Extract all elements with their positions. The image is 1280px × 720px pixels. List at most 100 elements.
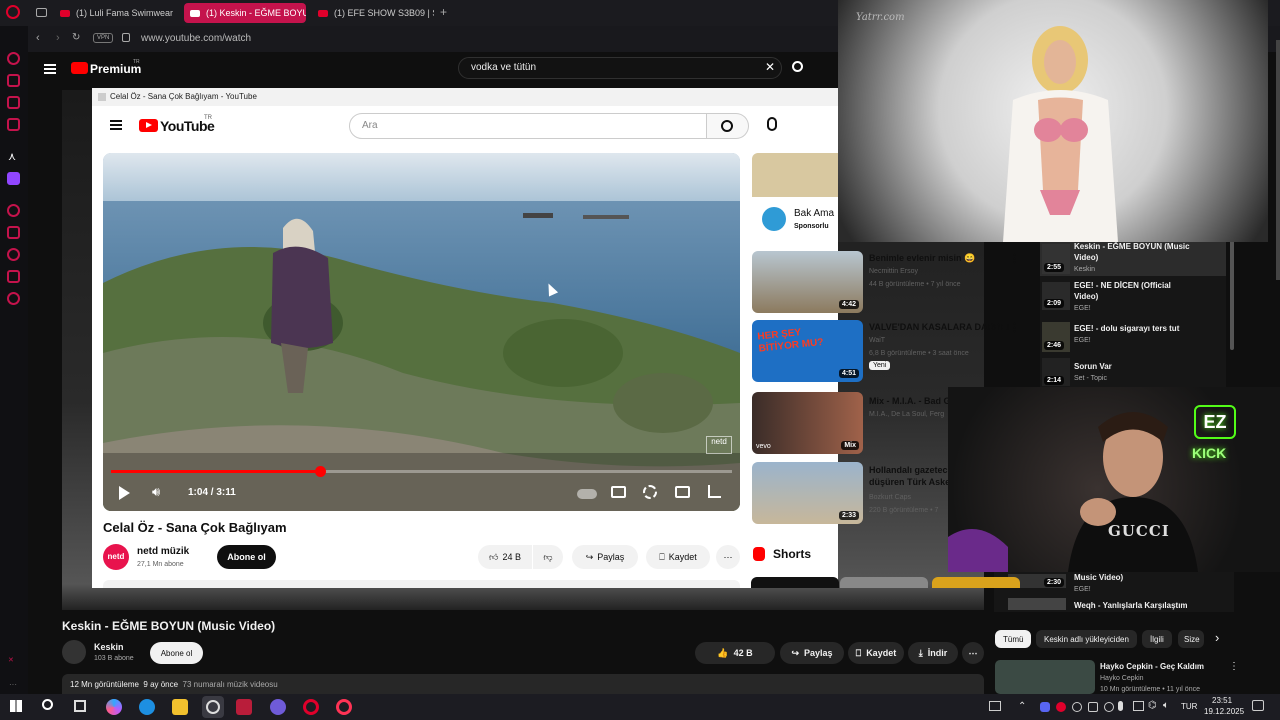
bookmarks-icon[interactable] bbox=[7, 226, 20, 239]
twitch-icon[interactable] bbox=[7, 172, 20, 185]
windows-start-icon[interactable] bbox=[10, 700, 22, 712]
playlist-thumb[interactable]: 2:46 bbox=[1042, 322, 1070, 352]
messenger-icon[interactable] bbox=[7, 96, 20, 109]
opera-tray-icon[interactable] bbox=[1056, 702, 1066, 712]
instagram-icon[interactable] bbox=[7, 118, 20, 131]
opera-gx-icon[interactable] bbox=[336, 699, 352, 715]
clock-date[interactable]: 19.12.2025 bbox=[1204, 707, 1244, 716]
task-view-icon[interactable] bbox=[74, 700, 86, 712]
bag-icon[interactable] bbox=[7, 74, 20, 87]
back-icon[interactable]: ‹ bbox=[36, 32, 40, 44]
playlist-item[interactable]: Sorun Var bbox=[1074, 361, 1224, 372]
reload-icon[interactable]: ↻ bbox=[72, 32, 80, 43]
forward-icon[interactable]: › bbox=[56, 32, 60, 44]
short-thumbnail[interactable] bbox=[751, 577, 839, 588]
playlist-item[interactable]: Weqh - Yanlışlarla Karşılaştım bbox=[1074, 600, 1188, 611]
rec-more-icon[interactable]: ⋮ bbox=[1229, 661, 1239, 672]
tab-keskin-active[interactable]: (1) Keskin - EĞME BOYUN bbox=[184, 3, 306, 23]
chip-related[interactable]: İlgili bbox=[1142, 630, 1172, 648]
chevron-right-icon[interactable]: › bbox=[1215, 630, 1219, 645]
playlist-item[interactable]: Music Video) bbox=[1074, 572, 1123, 583]
volume-icon[interactable]: 🔊︎ bbox=[152, 484, 160, 500]
clock-time[interactable]: 23:51 bbox=[1212, 696, 1232, 705]
history-icon[interactable] bbox=[7, 52, 20, 65]
rec-thumbnail[interactable]: 4:42 bbox=[752, 251, 863, 313]
fullscreen-icon[interactable] bbox=[708, 485, 721, 498]
close-rail-icon[interactable]: ✕ bbox=[8, 656, 14, 664]
rec-title[interactable]: Hollandalı gazeteci düşüren Türk Asker bbox=[869, 464, 954, 488]
microphone-tray-icon[interactable] bbox=[1118, 701, 1123, 711]
progress-scrubber[interactable] bbox=[314, 466, 326, 477]
rec-title[interactable]: Mix - M.I.A. - Bad G bbox=[869, 395, 951, 407]
chip-all[interactable]: Tümü bbox=[995, 630, 1032, 648]
search-icon[interactable] bbox=[792, 61, 803, 72]
channel-name[interactable]: Keskin bbox=[94, 642, 124, 652]
popup-like-button[interactable]: 👍︎ 24 B bbox=[478, 545, 532, 569]
playlist-thumb[interactable]: 2:55 bbox=[1042, 244, 1070, 274]
video-player[interactable]: 🔊︎ 1:04 / 3:11 netd bbox=[103, 153, 740, 511]
rec-thumbnail[interactable]: vevo Mix bbox=[752, 392, 863, 454]
playlist-thumb[interactable]: 2:09 bbox=[1042, 282, 1070, 310]
popup-more-icon[interactable]: ⋯ bbox=[716, 545, 740, 569]
chip-from-uploader[interactable]: Keskin adlı yükleyiciden bbox=[1036, 630, 1137, 648]
more-rail-icon[interactable]: ··· bbox=[9, 680, 17, 689]
playlist-scrollbar[interactable] bbox=[1230, 240, 1234, 350]
notifications-icon[interactable] bbox=[1252, 700, 1264, 711]
short-thumbnail[interactable] bbox=[840, 577, 928, 588]
play-icon[interactable] bbox=[119, 486, 130, 500]
microphone-icon[interactable] bbox=[767, 117, 777, 131]
opera-logo-icon[interactable] bbox=[6, 5, 20, 19]
popup-save-button[interactable]: ⎕ Kaydet bbox=[646, 545, 710, 569]
playlist-thumb[interactable] bbox=[1008, 598, 1066, 610]
progress-track[interactable] bbox=[111, 470, 732, 473]
youtube-logo-icon[interactable] bbox=[71, 62, 88, 74]
popup-search-button[interactable] bbox=[707, 113, 749, 139]
chip-for-you[interactable]: Size bbox=[1178, 630, 1204, 648]
page-scrollbar[interactable] bbox=[1276, 40, 1280, 280]
popup-menu-icon[interactable] bbox=[110, 120, 122, 130]
autoplay-toggle[interactable] bbox=[577, 489, 597, 499]
app-tray-icon[interactable] bbox=[1072, 702, 1082, 712]
rec-title[interactable]: Benimle evlenir misin 😄 bbox=[869, 252, 975, 264]
obs-icon[interactable] bbox=[202, 696, 224, 718]
playlist-thumb[interactable]: 2:14 bbox=[1042, 358, 1070, 386]
popup-dislike-button[interactable]: 👎︎ bbox=[533, 545, 563, 569]
clear-search-icon[interactable]: ✕ bbox=[765, 60, 775, 74]
rec-more-icon[interactable]: ⋮ bbox=[1009, 321, 1020, 334]
popup-subscribe-button[interactable]: Abone ol bbox=[217, 545, 276, 569]
settings-gear-icon[interactable] bbox=[643, 485, 657, 499]
settings-icon[interactable] bbox=[7, 292, 20, 305]
tray-overflow-icon[interactable]: ⌃ bbox=[1018, 701, 1026, 712]
workspaces-icon[interactable] bbox=[36, 8, 47, 17]
popup-channel-name[interactable]: netd müzik bbox=[137, 546, 189, 557]
copilot-icon[interactable] bbox=[106, 699, 122, 715]
subscribe-button[interactable]: Abone ol bbox=[150, 642, 203, 664]
rec-thumbnail[interactable] bbox=[995, 660, 1095, 694]
app-tray-icon[interactable] bbox=[1088, 702, 1098, 712]
rec-thumbnail[interactable]: 2:33 bbox=[752, 462, 863, 524]
discord-tray-icon[interactable] bbox=[1040, 702, 1050, 712]
more-actions-icon[interactable]: ⋯ bbox=[962, 642, 984, 664]
avatar[interactable] bbox=[62, 640, 86, 664]
ai-icon[interactable]: ⋏ bbox=[8, 150, 16, 163]
clock-icon[interactable] bbox=[7, 248, 20, 261]
share-button[interactable]: ↪ Paylaş bbox=[780, 642, 844, 664]
file-explorer-icon[interactable] bbox=[172, 699, 188, 715]
monitor-tray-icon[interactable] bbox=[1133, 701, 1144, 711]
discord-icon[interactable] bbox=[270, 699, 286, 715]
url-field[interactable]: www.youtube.com/watch bbox=[141, 33, 251, 44]
playlist-item[interactable]: EGE! - dolu sigarayı ters tut bbox=[1074, 323, 1224, 334]
ad-banner[interactable] bbox=[752, 153, 838, 197]
playlist-item[interactable]: EGE! - NE DİCEN (Official Video) bbox=[1074, 280, 1224, 302]
popup-title-bar[interactable]: Celal Öz - Sana Çok Bağlıyam - YouTube bbox=[92, 88, 838, 106]
rec-more-icon[interactable]: ⋮ bbox=[1009, 252, 1020, 265]
menu-icon[interactable] bbox=[44, 64, 56, 74]
extensions-icon[interactable] bbox=[7, 270, 20, 283]
popup-description-box[interactable] bbox=[103, 580, 740, 588]
popup-search-input[interactable]: Ara bbox=[349, 113, 707, 139]
short-thumbnail[interactable] bbox=[932, 577, 1020, 588]
channel-avatar[interactable]: netd bbox=[103, 544, 129, 570]
rec-title[interactable]: Hayko Cepkin - Geç Kaldım bbox=[1100, 661, 1204, 672]
edge-icon[interactable] bbox=[139, 699, 155, 715]
network-icon[interactable]: ⌬ bbox=[1148, 700, 1157, 711]
